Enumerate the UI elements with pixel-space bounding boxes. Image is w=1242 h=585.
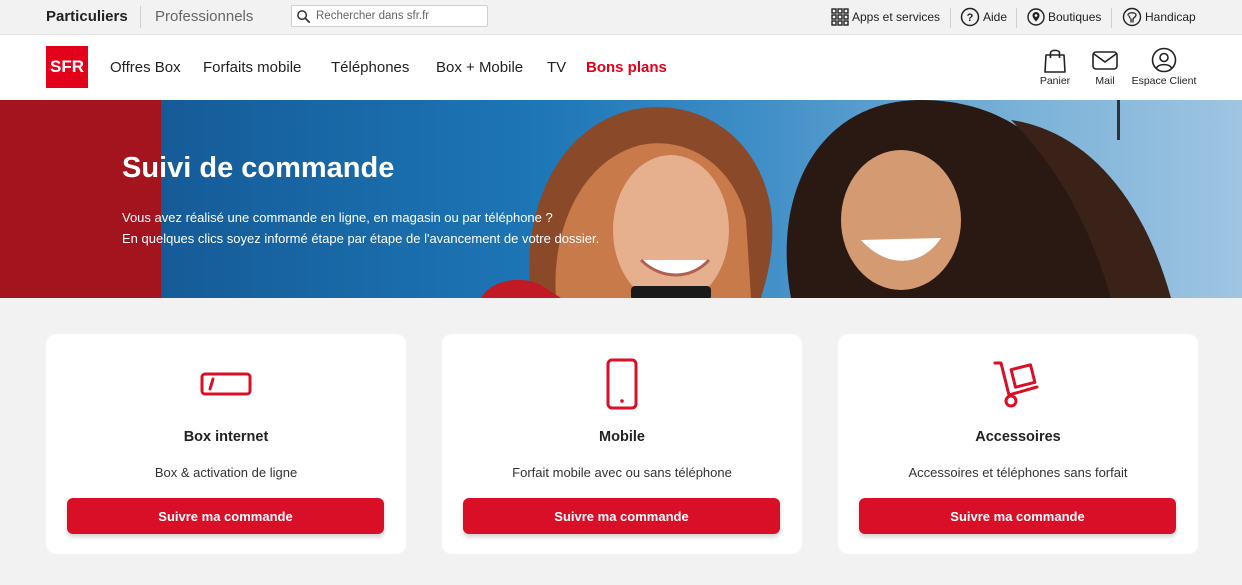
apps-services-label: Apps et services (852, 10, 941, 24)
sfr-logo[interactable]: SFR (46, 46, 88, 88)
card-description: Box & activation de ligne (154, 465, 298, 480)
card-box-internet: Box internet Box & activation de ligne S… (46, 334, 406, 554)
divider (1016, 8, 1017, 28)
svg-text:?: ? (967, 12, 974, 24)
aide-link[interactable]: ? Aide (960, 0, 1007, 34)
page-title: Suivi de commande (122, 152, 395, 184)
card-title: Mobile (599, 429, 645, 445)
handicap-link[interactable]: Handicap (1122, 0, 1196, 34)
user-icon (1151, 47, 1177, 73)
nav-tv[interactable]: TV (547, 35, 566, 100)
card-description: Forfait mobile avec ou sans téléphone (512, 465, 732, 480)
aide-label: Aide (983, 10, 1008, 24)
panier-label: Panier (1039, 75, 1071, 87)
utility-bar: Particuliers Professionnels Apps et serv… (0, 0, 1242, 35)
hero-photo (481, 100, 1171, 298)
divider (140, 6, 141, 28)
hero-banner: Suivi de commande Vous avez réalisé une … (0, 100, 1242, 298)
location-pin-icon (1027, 8, 1045, 26)
help-icon: ? (960, 7, 980, 27)
suivre-commande-accessoires-button[interactable]: Suivre ma commande (859, 498, 1176, 534)
apps-services-link[interactable]: Apps et services (831, 0, 940, 34)
hero-text-line-1: Vous avez réalisé une commande en ligne,… (122, 210, 553, 225)
grid-icon (831, 8, 849, 26)
mail-label: Mail (1095, 75, 1115, 87)
hero-text-line-2: En quelques clics soyez informé étape pa… (122, 231, 600, 246)
accessibility-icon (1122, 7, 1142, 27)
nav-box-mobile[interactable]: Box + Mobile (436, 35, 523, 100)
suivre-commande-mobile-button[interactable]: Suivre ma commande (463, 498, 780, 534)
main-navigation: SFR Offres Box Forfaits mobile Téléphone… (0, 35, 1242, 100)
card-description: Accessoires et téléphones sans forfait (908, 465, 1128, 480)
tab-professionnels[interactable]: Professionnels (155, 0, 253, 34)
nav-offres-box[interactable]: Offres Box (110, 35, 181, 100)
mail-icon (1092, 51, 1118, 70)
search-input[interactable] (316, 7, 484, 25)
search-icon[interactable] (296, 9, 311, 24)
nav-telephones[interactable]: Téléphones (331, 35, 409, 100)
mobile-phone-icon (606, 358, 638, 410)
card-accessoires: Accessoires Accessoires et téléphones sa… (838, 334, 1198, 554)
boutiques-link[interactable]: Boutiques (1027, 0, 1101, 34)
espace-client-button[interactable]: Espace Client (1129, 47, 1199, 87)
divider (950, 8, 951, 28)
espace-client-label: Espace Client (1131, 75, 1197, 87)
box-internet-icon (200, 372, 252, 396)
card-title: Box internet (183, 429, 269, 445)
card-mobile: Mobile Forfait mobile avec ou sans télép… (442, 334, 802, 554)
boutiques-label: Boutiques (1048, 10, 1102, 24)
nav-forfaits-mobile[interactable]: Forfaits mobile (203, 35, 301, 100)
search-box (291, 5, 488, 27)
suivre-commande-box-button[interactable]: Suivre ma commande (67, 498, 384, 534)
hero-red-panel (0, 100, 161, 298)
handicap-label: Handicap (1145, 10, 1196, 24)
shopping-bag-icon (1044, 49, 1066, 73)
card-title: Accessoires (975, 429, 1061, 445)
hand-truck-icon (993, 361, 1039, 408)
divider (1111, 8, 1112, 28)
tab-particuliers[interactable]: Particuliers (46, 0, 128, 34)
nav-bons-plans[interactable]: Bons plans (586, 35, 667, 100)
